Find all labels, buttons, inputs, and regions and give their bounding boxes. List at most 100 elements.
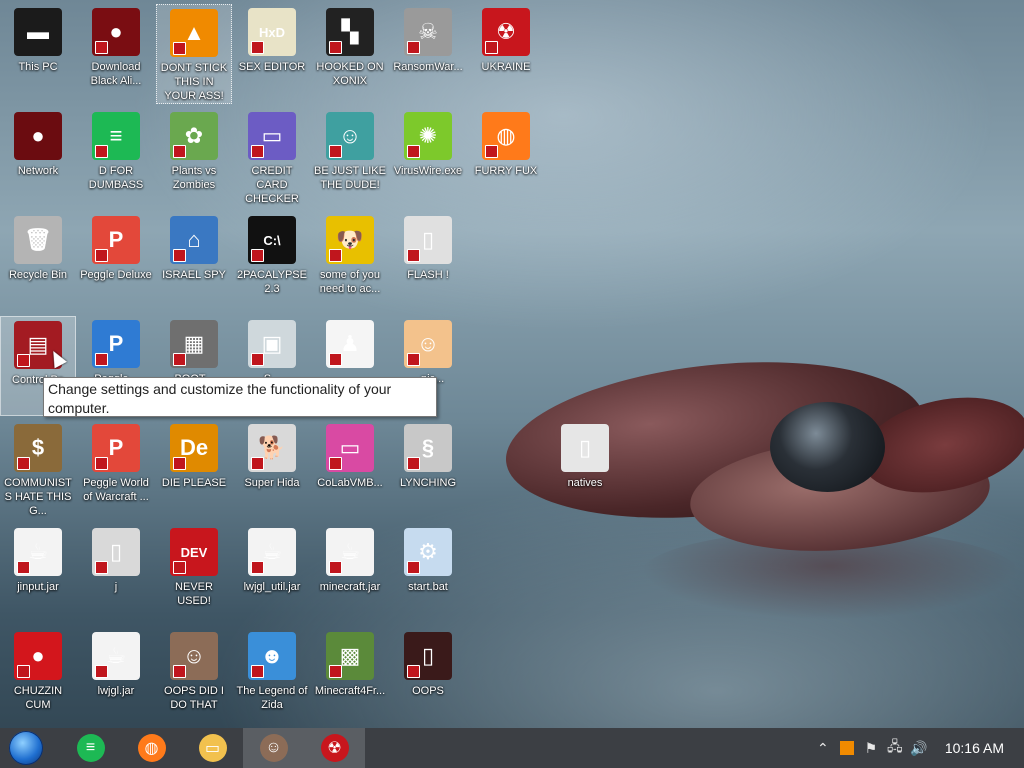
desktop-icon[interactable]: ≡ D FOR DUMBASS <box>78 108 154 208</box>
shortcut-overlay-icon <box>173 42 186 55</box>
desktop-icon[interactable]: ◍ FURRY FUX <box>468 108 544 208</box>
desktop-icon-label: start.bat <box>408 581 448 593</box>
desktop-icon[interactable]: 🐕 Super Hida <box>234 420 310 520</box>
noose-icon: § <box>404 424 452 472</box>
shortcut-overlay-icon <box>407 249 420 262</box>
desktop-icon[interactable]: ▚ HOOKED ON XONIX <box>312 4 388 104</box>
desktop-icon[interactable]: ▭ CREDIT CARD CHECKER <box>234 108 310 208</box>
desktop-icon-label: Super Hida <box>244 477 300 489</box>
doctor-icon: ☺ <box>404 320 452 368</box>
shortcut-overlay-icon <box>251 561 264 574</box>
shortcut-overlay-icon <box>173 561 186 574</box>
desktop-icon[interactable]: ☕ lwjgl_util.jar <box>234 524 310 624</box>
clock[interactable]: 10:16 AM <box>931 740 1024 756</box>
desktop-icon[interactable]: ⚙ start.bat <box>390 524 466 624</box>
desktop-icon[interactable]: ● Download Black Ali... <box>78 4 154 104</box>
peggle-icon: P <box>92 216 140 264</box>
desktop-icon[interactable]: P Peggle Deluxe <box>78 212 154 312</box>
start-orb-icon <box>9 731 43 765</box>
flag-icon[interactable]: ⚑ <box>859 728 883 768</box>
desktop-icon[interactable]: ▯ j <box>78 524 154 624</box>
desktop-icon[interactable]: $ COMMUNISTS HATE THIS G... <box>0 420 76 520</box>
desktop-icon-label: NEVER USED! <box>175 581 213 607</box>
desktop-icon[interactable]: ▲ DONT STICK THIS IN YOUR ASS! <box>156 4 232 104</box>
taskbar-button[interactable]: ≡ <box>60 728 121 768</box>
desktop-icon[interactable]: ☕ jinput.jar <box>0 524 76 624</box>
shortcut-overlay-icon <box>329 41 342 54</box>
desktop-icon-label: D FOR DUMBASS <box>88 165 144 191</box>
gears-icon: ⚙ <box>404 528 452 576</box>
desktop-icon[interactable]: § LYNCHING <box>390 420 466 520</box>
desktop-icon[interactable]: ☕ lwjgl.jar <box>78 628 154 728</box>
desktop-icon[interactable]: DEV NEVER USED! <box>156 524 232 624</box>
portrait-icon: ☺ <box>259 734 288 762</box>
shortcut-overlay-icon <box>173 145 186 158</box>
desktop-icon[interactable]: De DIE PLEASE <box>156 420 232 520</box>
desktop-icon[interactable]: ⌂ ISRAEL SPY <box>156 212 232 312</box>
book-icon: ▯ <box>404 216 452 264</box>
desktop-icon-label: UKRAINE <box>481 61 531 73</box>
network-icon[interactable]: 🖧 <box>883 728 907 768</box>
portrait-icon: ☺ <box>170 632 218 680</box>
desktop-icon[interactable]: ☺ OOPS DID I DO THAT <box>156 628 232 728</box>
desktop-icon-label: CoLabVMB... <box>317 477 383 489</box>
start-button[interactable] <box>0 728 52 768</box>
desktop-icon[interactable]: ✿ Plants vs Zombies <box>156 108 232 208</box>
desktop-icon[interactable]: C:\ 2PACALYPSE 2.3 <box>234 212 310 312</box>
volume-icon[interactable]: 🔊 <box>907 728 931 768</box>
java-icon: ☕ <box>14 528 62 576</box>
desktop-icon[interactable]: 🗑 Recycle Bin <box>0 212 76 312</box>
vlc-cone-icon: ▲ <box>170 9 218 57</box>
desktop-icon[interactable]: HxD SEX EDITOR <box>234 4 310 104</box>
desktop-icon[interactable]: ▯ OOPS <box>390 628 466 728</box>
desktop-icon[interactable]: ▬ This PC <box>0 4 76 104</box>
desktop-icon[interactable]: ▭ CoLabVMB... <box>312 420 388 520</box>
taskbar-button[interactable]: ▭ <box>182 728 243 768</box>
taskbar-button[interactable]: ☢ <box>304 728 365 768</box>
desktop-icon[interactable]: ☻ The Legend of Zida <box>234 628 310 728</box>
window-icon: ▣ <box>248 320 296 368</box>
shortcut-overlay-icon <box>407 353 420 366</box>
system-tray: ⌃ ⚑ 🖧 🔊 10:16 AM <box>811 728 1024 768</box>
desktop-icon-natives[interactable]: ▯ natives <box>547 420 623 520</box>
wallpaper-water-drop <box>770 402 885 492</box>
taskbar-button[interactable]: ◍ <box>121 728 182 768</box>
desktop-icon[interactable]: ▯ FLASH ! <box>390 212 466 312</box>
desktop-icon-label: minecraft.jar <box>319 581 381 593</box>
shortcut-overlay-icon <box>329 457 342 470</box>
red-fuzzball-icon: ● <box>14 632 62 680</box>
desktop-icon-label: HOOKED ON XONIX <box>316 61 384 87</box>
desktop-icon[interactable]: P Peggle World of Warcraft ... <box>78 420 154 520</box>
taskbar-apps: ≡ ◍ ▭ ☺ ☢ <box>60 728 365 768</box>
desktop-icon[interactable]: ● CHUZZIN CUM <box>0 628 76 728</box>
chevron-up-icon[interactable]: ⌃ <box>811 728 835 768</box>
desktop-icon[interactable]: ☢ UKRAINE <box>468 4 544 104</box>
shortcut-overlay-icon <box>251 665 264 678</box>
taskbar-button[interactable]: ☺ <box>243 728 304 768</box>
terminal-icon: C:\ <box>248 216 296 264</box>
radiation-icon: ☢ <box>320 734 349 762</box>
pixel-hero-icon: ☻ <box>248 632 296 680</box>
desktop-icon-label: CREDIT CARD CHECKER <box>245 165 299 205</box>
shortcut-overlay-icon <box>407 665 420 678</box>
shortcut-overlay-icon <box>407 41 420 54</box>
shortcut-overlay-icon <box>17 457 30 470</box>
radiation-icon: ☢ <box>482 8 530 56</box>
desktop-icon-label: Peggle World of Warcraft ... <box>83 477 149 503</box>
desktop-icon-label: Minecraft4Fr... <box>314 685 386 697</box>
taskbar: ≡ ◍ ▭ ☺ ☢ ⌃ ⚑ 🖧 🔊 10:16 AM <box>0 728 1024 768</box>
shortcut-overlay-icon <box>173 665 186 678</box>
shortcut-overlay-icon <box>95 41 108 54</box>
desktop-icon[interactable]: ▩ Minecraft4Fr... <box>312 628 388 728</box>
desktop-icon[interactable]: ✺ VirusWire.exe <box>390 108 466 208</box>
desktop-icon[interactable]: ● Network <box>0 108 76 208</box>
shortcut-overlay-icon <box>95 249 108 262</box>
skull-icon: ☠ <box>404 8 452 56</box>
desktop-icon[interactable]: 🐶 some of you need to ac... <box>312 212 388 312</box>
desktop-icon[interactable]: ☠ RansomWar... <box>390 4 466 104</box>
desktop-icon-label: This PC <box>18 61 58 73</box>
desktop-icon[interactable]: ☕ minecraft.jar <box>312 524 388 624</box>
app-tray-icon[interactable] <box>835 728 859 768</box>
desktop-icon[interactable]: ☺ BE JUST LIKE THE DUDE! <box>312 108 388 208</box>
desktop-icon-label: FURRY FUX <box>474 165 538 177</box>
